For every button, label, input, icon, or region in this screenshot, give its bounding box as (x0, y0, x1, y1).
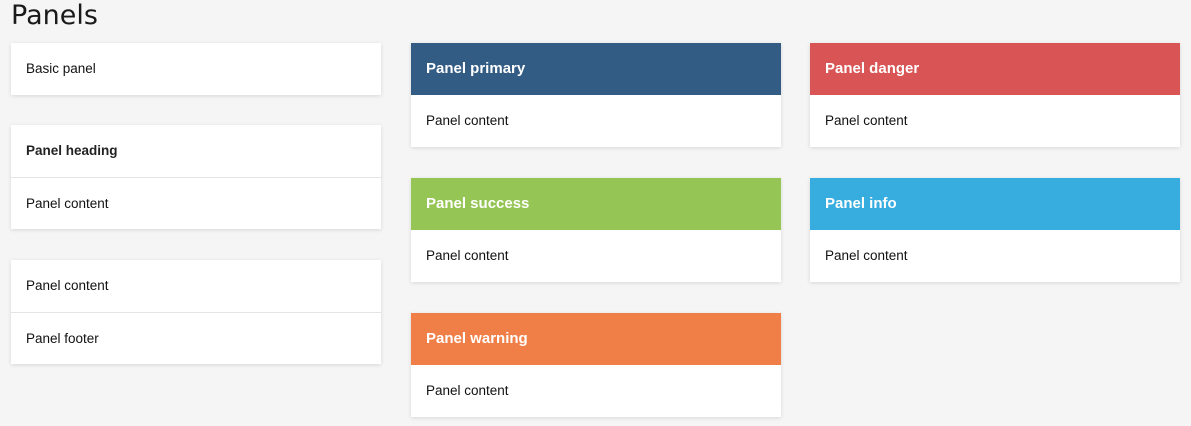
panel-body: Basic panel (26, 61, 96, 76)
panel-body: Panel content (825, 113, 908, 128)
panel-body: Panel content (426, 248, 509, 263)
panel-info: Panel info Panel content (810, 178, 1180, 282)
panel-success: Panel success Panel content (411, 178, 781, 282)
panel-body: Panel content (11, 177, 381, 229)
page-title: Panels (11, 0, 98, 31)
panel-with-footer: Panel content Panel footer (11, 260, 381, 364)
panel-body: Panel content (26, 278, 109, 293)
panel-success-heading: Panel success (411, 178, 781, 230)
panel-with-heading: Panel heading Panel content (11, 125, 381, 229)
panel-body: Panel content (825, 248, 908, 263)
basic-panel: Basic panel (11, 43, 381, 95)
panel-info-heading: Panel info (810, 178, 1180, 230)
panel-body: Panel content (426, 113, 509, 128)
panel-footer: Panel footer (11, 312, 381, 364)
panel-danger-heading: Panel danger (810, 43, 1180, 95)
panel-warning-heading: Panel warning (411, 313, 781, 365)
panel-heading: Panel heading (26, 143, 118, 158)
panel-warning: Panel warning Panel content (411, 313, 781, 417)
panel-primary: Panel primary Panel content (411, 43, 781, 147)
panel-body: Panel content (426, 383, 509, 398)
panel-danger: Panel danger Panel content (810, 43, 1180, 147)
panel-primary-heading: Panel primary (411, 43, 781, 95)
